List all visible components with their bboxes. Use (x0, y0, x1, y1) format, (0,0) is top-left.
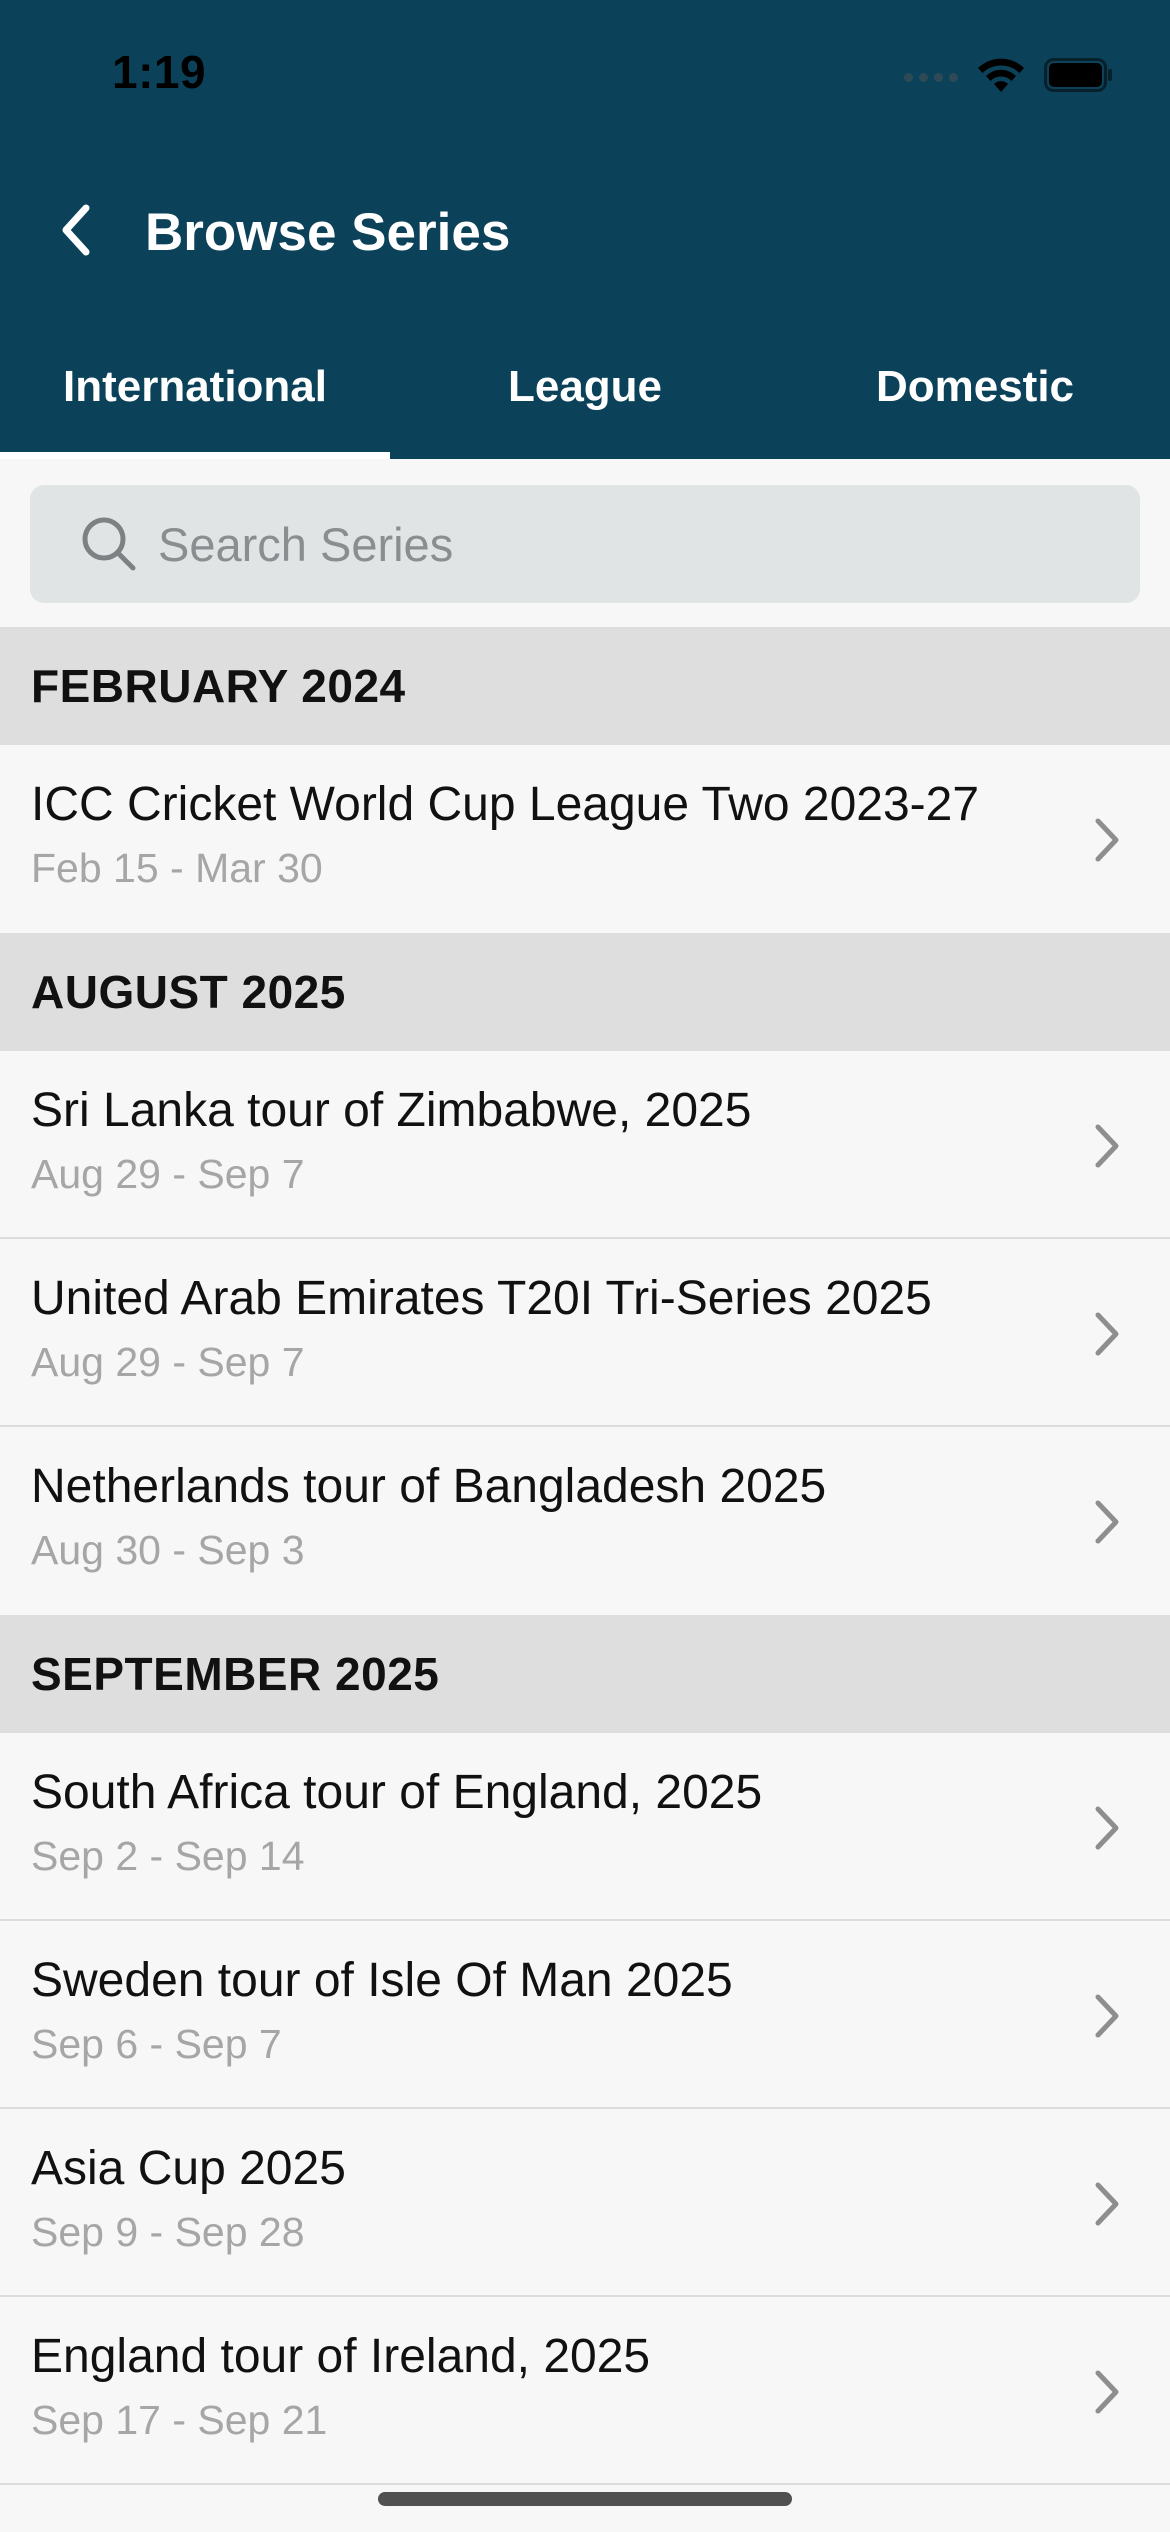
battery-icon (1044, 58, 1114, 97)
chevron-right-icon (1095, 1124, 1119, 1168)
chevron-right-icon (1095, 2182, 1119, 2226)
home-indicator[interactable] (378, 2492, 792, 2506)
series-title: South Africa tour of England, 2025 (31, 1766, 763, 1819)
chevron-right-icon (1095, 1312, 1119, 1356)
list-item[interactable]: Sweden tour of Isle Of Man 2025 Sep 6 - … (0, 1921, 1170, 2109)
series-dates: Sep 2 - Sep 14 (31, 1833, 305, 1879)
series-list: FEBRUARY 2024 ICC Cricket World Cup Leag… (0, 627, 1170, 2485)
wifi-icon (976, 56, 1026, 99)
list-item[interactable]: Sri Lanka tour of Zimbabwe, 2025 Aug 29 … (0, 1051, 1170, 1239)
series-title: ICC Cricket World Cup League Two 2023-27 (31, 778, 980, 831)
chevron-left-icon (62, 204, 90, 256)
series-title: United Arab Emirates T20I Tri-Series 202… (31, 1272, 932, 1325)
list-item[interactable]: England tour of Ireland, 2025 Sep 17 - S… (0, 2297, 1170, 2485)
section-header: SEPTEMBER 2025 (0, 1615, 1170, 1733)
list-item[interactable]: South Africa tour of England, 2025 Sep 2… (0, 1733, 1170, 1921)
series-dates: Aug 29 - Sep 7 (31, 1151, 305, 1197)
series-title: Sri Lanka tour of Zimbabwe, 2025 (31, 1084, 752, 1137)
status-bar: 1:19 (0, 0, 1170, 140)
list-item[interactable]: United Arab Emirates T20I Tri-Series 202… (0, 1239, 1170, 1427)
app-header: 1:19 Browse Series International League … (0, 0, 1170, 459)
series-dates: Aug 29 - Sep 7 (31, 1339, 305, 1385)
nav-bar: Browse Series (0, 185, 1170, 275)
series-title: Netherlands tour of Bangladesh 2025 (31, 1460, 827, 1513)
series-dates: Sep 6 - Sep 7 (31, 2021, 282, 2067)
series-title: Asia Cup 2025 (31, 2142, 346, 2195)
search-container (0, 459, 1170, 627)
chevron-right-icon (1095, 1500, 1119, 1544)
search-icon (82, 517, 136, 571)
series-title: Sweden tour of Isle Of Man 2025 (31, 1954, 733, 2007)
chevron-right-icon (1095, 818, 1119, 862)
search-input[interactable] (156, 515, 1060, 573)
list-item[interactable]: Netherlands tour of Bangladesh 2025 Aug … (0, 1427, 1170, 1615)
chevron-right-icon (1095, 2370, 1119, 2414)
tab-domestic[interactable]: Domestic (780, 340, 1170, 459)
chevron-right-icon (1095, 1994, 1119, 2038)
series-dates: Sep 17 - Sep 21 (31, 2397, 328, 2443)
back-button[interactable] (50, 199, 100, 261)
tab-bar: International League Domestic (0, 340, 1170, 459)
section-header: FEBRUARY 2024 (0, 627, 1170, 745)
chevron-right-icon (1095, 1806, 1119, 1850)
series-title: England tour of Ireland, 2025 (31, 2330, 651, 2383)
list-item[interactable]: ICC Cricket World Cup League Two 2023-27… (0, 745, 1170, 933)
tab-international[interactable]: International (0, 340, 390, 459)
status-icons (904, 56, 1114, 99)
page-title: Browse Series (145, 203, 511, 262)
tab-league[interactable]: League (390, 340, 780, 459)
series-dates: Feb 15 - Mar 30 (31, 845, 323, 891)
cellular-signal-icon (904, 73, 958, 82)
list-item[interactable]: Asia Cup 2025 Sep 9 - Sep 28 (0, 2109, 1170, 2297)
search-box[interactable] (30, 485, 1140, 603)
series-dates: Sep 9 - Sep 28 (31, 2209, 305, 2255)
status-time: 1:19 (112, 46, 207, 98)
series-dates: Aug 30 - Sep 3 (31, 1527, 305, 1573)
section-header: AUGUST 2025 (0, 933, 1170, 1051)
